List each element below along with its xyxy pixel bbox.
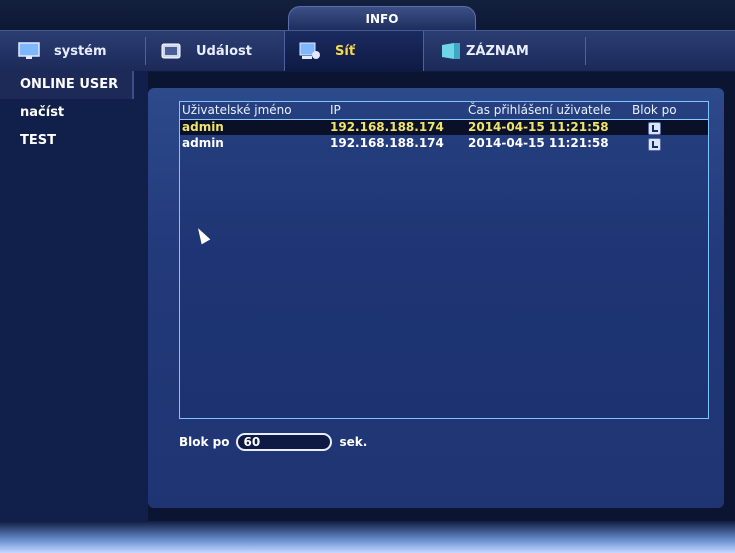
tab-event[interactable]: Událost [160,31,284,71]
sidebar: ONLINE USER načíst TEST [0,71,148,521]
record-icon [440,42,462,60]
event-icon [160,42,182,60]
tab-divider [145,37,146,65]
bottom-bar [0,521,735,553]
table-row[interactable]: admin 192.168.188.174 2014-04-15 11:21:5… [180,136,708,151]
tab-system[interactable]: systém [18,31,138,71]
column-header-username: Uživatelské jméno [182,103,292,117]
tab-network[interactable]: Síť [284,31,424,71]
table-row[interactable]: admin 192.168.188.174 2014-04-15 11:21:5… [180,120,708,135]
tab-label: Síť [335,43,356,59]
cell-login-time: 2014-04-15 11:21:58 [468,120,609,134]
block-duration-input[interactable] [235,433,332,451]
monitor-icon [18,42,40,60]
sidebar-item-online-user[interactable]: ONLINE USER [0,71,134,99]
block-user-icon[interactable] [648,138,661,151]
tab-record[interactable]: ZÁZNAM [440,31,570,71]
block-duration-unit: sek. [339,435,368,449]
online-user-panel: Uživatelské jméno IP Čas přihlášení uživ… [148,88,724,508]
title-bar: INFO [0,0,735,31]
cell-ip: 192.168.188.174 [330,120,444,134]
tab-label: ZÁZNAM [466,43,529,59]
column-header-login-time: Čas přihlášení uživatele [468,103,611,117]
table-header: Uživatelské jméno IP Čas přihlášení uživ… [180,102,708,120]
sidebar-item-test[interactable]: TEST [0,127,148,155]
window-title: INFO [288,6,476,31]
tab-label: Událost [196,43,252,59]
network-icon [299,42,321,60]
cell-ip: 192.168.188.174 [330,136,444,150]
tab-label: systém [54,43,107,59]
cell-username: admin [182,136,224,150]
main-tabs: systém Událost Síť ZÁZNAM [0,30,735,72]
sidebar-item-load[interactable]: načíst [0,99,148,127]
column-header-ip: IP [330,103,341,117]
column-header-block: Blok po [632,103,677,117]
cell-login-time: 2014-04-15 11:21:58 [468,136,609,150]
block-duration-row: Blok po sek. [179,433,367,451]
cell-username: admin [182,120,224,134]
online-user-table: Uživatelské jméno IP Čas přihlášení uživ… [179,101,709,419]
block-user-icon[interactable] [648,122,661,135]
block-duration-label: Blok po [179,435,230,449]
tab-divider [585,37,586,65]
